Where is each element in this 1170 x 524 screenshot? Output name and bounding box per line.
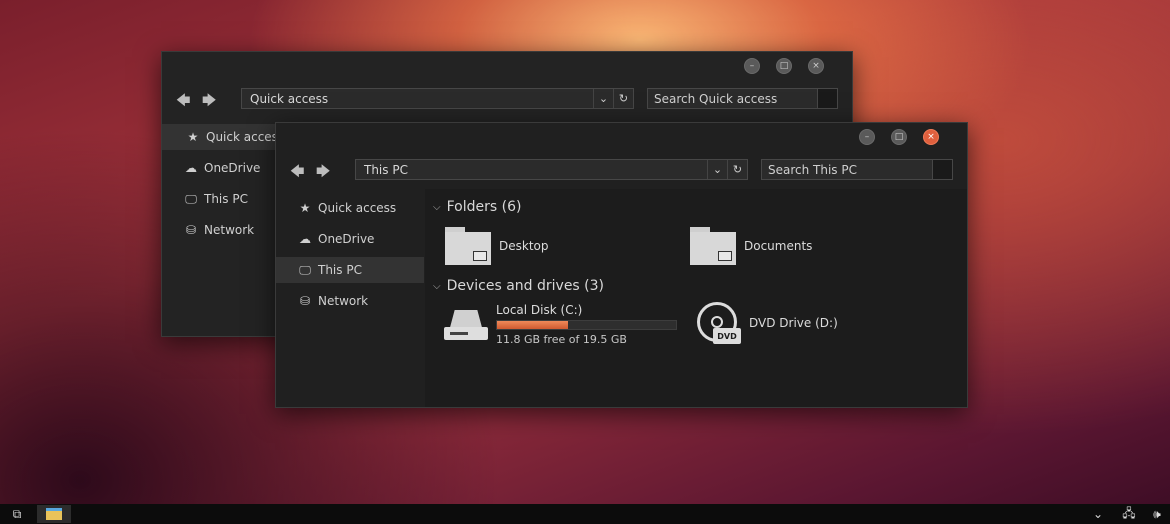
- sidebar-item-label: Quick access: [206, 130, 285, 144]
- search-input[interactable]: Search This PC: [762, 163, 932, 177]
- dvd-drive-icon: DVD: [695, 300, 741, 346]
- title-bar[interactable]: – □ ×: [276, 123, 967, 151]
- search-box[interactable]: Search This PC: [761, 159, 953, 180]
- drive-usage-fill: [497, 321, 568, 329]
- network-icon: ⛁: [185, 223, 197, 237]
- sidebar-item-label: Network: [318, 294, 369, 308]
- drive-label: DVD Drive (D:): [749, 316, 838, 330]
- forward-arrow-icon[interactable]: 🡆: [202, 90, 216, 114]
- sidebar-item-network[interactable]: ⛁ Network: [276, 288, 424, 314]
- back-arrow-icon[interactable]: 🡄: [176, 90, 190, 114]
- cloud-icon: ☁: [185, 161, 197, 175]
- network-icon: ⛁: [299, 294, 311, 308]
- dvd-badge: DVD: [713, 328, 741, 344]
- devices-heading: Devices and drives (3): [446, 278, 605, 294]
- navigation-pane: ★ Quick access ☁ OneDrive 🖵 This PC ⛁ Ne…: [276, 195, 424, 407]
- address-text: Quick access: [250, 91, 329, 106]
- this-pc-window[interactable]: – □ × 🡄 🡆 This PC ⌄ ↻ Search This PC ★ Q…: [275, 122, 968, 408]
- folder-icon: [690, 227, 736, 265]
- search-button[interactable]: [932, 160, 952, 179]
- star-icon: ★: [187, 130, 199, 144]
- monitor-icon: 🖵: [185, 191, 197, 206]
- refresh-icon[interactable]: ↻: [727, 160, 747, 179]
- task-view-icon[interactable]: ⧉: [6, 505, 28, 523]
- hard-drive-icon: [444, 309, 488, 340]
- address-bar[interactable]: Quick access ⌄ ↻: [241, 88, 634, 109]
- folder-label: Documents: [744, 239, 813, 253]
- toolbar: 🡄 🡆 This PC ⌄ ↻ Search This PC: [276, 157, 967, 183]
- network-icon[interactable]: 🖧: [1118, 505, 1140, 523]
- monitor-icon: 🖵: [299, 262, 311, 277]
- drive-label: Local Disk (C:): [496, 303, 583, 317]
- search-input[interactable]: Search Quick access: [648, 92, 817, 106]
- content-pane: ⌵ Folders (6) Desktop Documents ⌵ Device…: [425, 189, 967, 407]
- back-arrow-icon[interactable]: 🡄: [290, 161, 304, 185]
- devices-group-header[interactable]: ⌵ Devices and drives (3): [433, 278, 604, 294]
- folder-desktop[interactable]: Desktop: [445, 227, 549, 265]
- close-button[interactable]: ×: [923, 129, 939, 145]
- sidebar-item-this-pc[interactable]: 🖵 This PC: [276, 257, 424, 283]
- taskbar: ⧉ ⌄ 🖧 🕪: [0, 504, 1170, 524]
- search-box[interactable]: Search Quick access: [647, 88, 838, 109]
- minimize-button[interactable]: –: [859, 129, 875, 145]
- address-text: This PC: [364, 162, 408, 177]
- title-bar[interactable]: – □ ×: [162, 52, 852, 80]
- sidebar-item-label: This PC: [204, 192, 248, 206]
- folder-icon: [445, 227, 491, 265]
- sidebar-item-label: Network: [204, 223, 255, 237]
- sidebar-item-label: OneDrive: [318, 232, 375, 246]
- sidebar-item-label: OneDrive: [204, 161, 261, 175]
- drive-dvd-d[interactable]: DVD DVD Drive (D:): [695, 300, 838, 346]
- folder-label: Desktop: [499, 239, 549, 253]
- sidebar-item-quick-access[interactable]: ★ Quick access: [276, 195, 424, 221]
- sidebar-item-onedrive[interactable]: ☁ OneDrive: [276, 226, 424, 252]
- maximize-button[interactable]: □: [891, 129, 907, 145]
- forward-arrow-icon[interactable]: 🡆: [316, 161, 330, 185]
- maximize-button[interactable]: □: [776, 58, 792, 74]
- search-button[interactable]: [817, 89, 837, 108]
- drive-local-disk-c[interactable]: Local Disk (C:) 11.8 GB free of 19.5 GB: [444, 303, 677, 346]
- folders-heading: Folders (6): [446, 199, 522, 215]
- cloud-icon: ☁: [299, 232, 311, 246]
- address-bar[interactable]: This PC ⌄ ↻: [355, 159, 748, 180]
- drive-free-space: 11.8 GB free of 19.5 GB: [496, 333, 627, 346]
- chevron-down-icon: ⌵: [433, 201, 441, 213]
- chevron-up-icon[interactable]: ⌄: [1088, 505, 1108, 523]
- minimize-button[interactable]: –: [744, 58, 760, 74]
- drive-usage-bar: [496, 320, 677, 330]
- close-button[interactable]: ×: [808, 58, 824, 74]
- sidebar-item-label: This PC: [318, 263, 362, 277]
- chevron-down-icon: ⌵: [433, 280, 441, 292]
- chevron-down-icon[interactable]: ⌄: [593, 89, 613, 108]
- sidebar-item-label: Quick access: [318, 201, 397, 215]
- file-explorer-taskbar-button[interactable]: [37, 505, 71, 523]
- star-icon: ★: [299, 201, 311, 215]
- volume-icon[interactable]: 🕪: [1146, 505, 1168, 523]
- folder-icon: [46, 508, 62, 520]
- refresh-icon[interactable]: ↻: [613, 89, 633, 108]
- folders-group-header[interactable]: ⌵ Folders (6): [433, 199, 521, 215]
- toolbar: 🡄 🡆 Quick access ⌄ ↻ Search Quick access: [162, 86, 852, 112]
- chevron-down-icon[interactable]: ⌄: [707, 160, 727, 179]
- folder-documents[interactable]: Documents: [690, 227, 812, 265]
